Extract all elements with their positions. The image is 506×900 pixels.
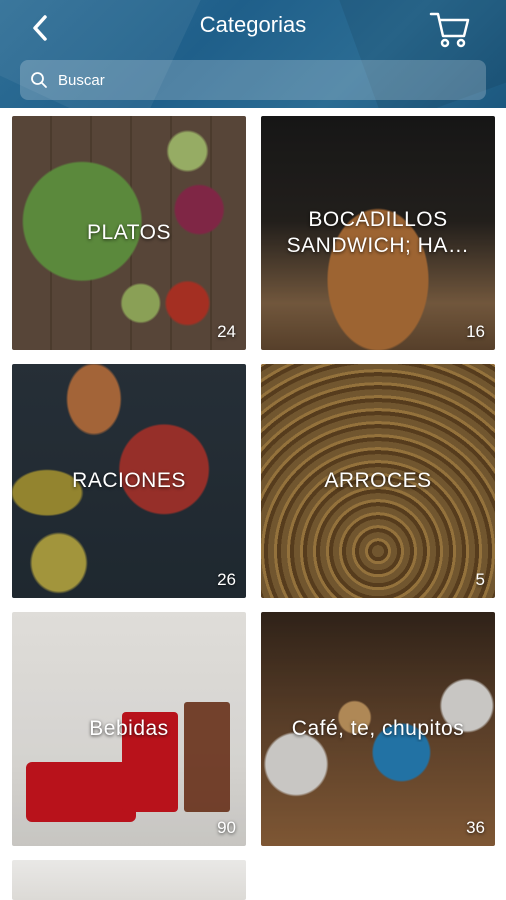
category-label: Café, te, chupitos (291, 717, 465, 740)
category-count: 16 (466, 322, 485, 341)
category-tile-bebidas[interactable]: Bebidas 90 (12, 612, 246, 846)
category-tile-partial[interactable] (12, 860, 246, 900)
category-tile-raciones[interactable]: RACIONES 26 (12, 364, 246, 598)
category-label: PLATOS (87, 221, 171, 244)
cart-button[interactable] (428, 6, 472, 50)
search-icon (31, 72, 47, 88)
top-bar: Categorias (0, 0, 506, 108)
category-count: 26 (217, 570, 236, 589)
category-count: 90 (217, 818, 236, 837)
cart-icon (429, 12, 470, 48)
category-label: ARROCES (324, 469, 432, 492)
search-bar[interactable] (20, 60, 486, 100)
category-count: 24 (217, 322, 236, 341)
category-label: BOCADILLOS SANDWICH; HA… (286, 208, 470, 257)
category-tile-platos[interactable]: PLATOS 24 (12, 116, 246, 350)
category-image (12, 860, 246, 900)
category-tile-cafe[interactable]: Café, te, chupitos 36 (261, 612, 495, 846)
category-label: RACIONES (72, 469, 186, 492)
category-count: 36 (466, 818, 485, 837)
search-input[interactable] (56, 70, 460, 90)
category-tile-bocadillos[interactable]: BOCADILLOS SANDWICH; HA… 16 (261, 116, 495, 350)
category-tile-arroces[interactable]: ARROCES 5 (261, 364, 495, 598)
category-count: 5 (475, 570, 485, 589)
category-label: Bebidas (89, 717, 169, 740)
